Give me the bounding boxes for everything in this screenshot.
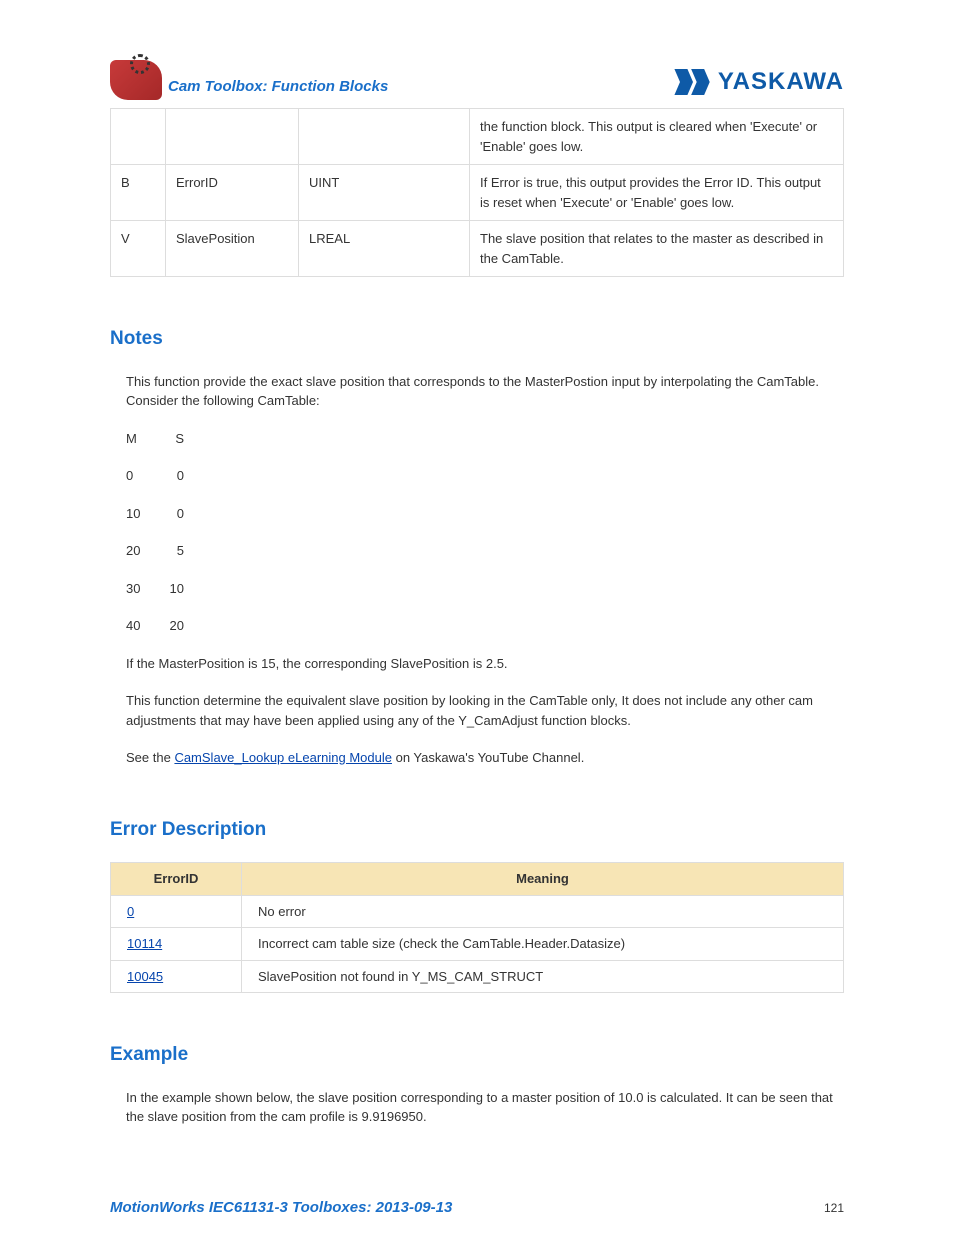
error-id-link[interactable]: 10114 xyxy=(127,936,162,951)
ms-s: 5 xyxy=(166,541,184,561)
footer-title: MotionWorks IEC61131-3 Toolboxes: 2013-0… xyxy=(110,1197,452,1220)
table-row: 10045 SlavePosition not found in Y_MS_CA… xyxy=(111,960,844,993)
ms-m: 0 xyxy=(126,466,144,486)
cell xyxy=(166,109,299,165)
error-description-heading: Error Description xyxy=(110,816,844,845)
elearning-module-link[interactable]: CamSlave_Lookup eLearning Module xyxy=(174,750,392,765)
notes-paragraph: This function provide the exact slave po… xyxy=(126,372,844,411)
ms-header-s: S xyxy=(166,429,184,449)
error-th-id: ErrorID xyxy=(111,863,242,896)
ms-row: 10 0 xyxy=(126,504,844,524)
cell xyxy=(299,109,470,165)
cell: LREAL xyxy=(299,221,470,277)
footer-page-number: 121 xyxy=(824,1199,844,1217)
error-meaning-cell: No error xyxy=(242,895,844,928)
ms-s: 0 xyxy=(166,466,184,486)
ms-header-m: M xyxy=(126,429,144,449)
ms-row: 40 20 xyxy=(126,616,844,636)
notes-heading: Notes xyxy=(110,325,844,354)
yaskawa-brand-text: YASKAWA xyxy=(718,64,844,100)
page-header: Cam Toolbox: Function Blocks YASKAWA xyxy=(110,60,844,100)
cell: UINT xyxy=(299,165,470,221)
error-id-cell: 10045 xyxy=(111,960,242,993)
notes-paragraph: If the MasterPosition is 15, the corresp… xyxy=(126,654,844,674)
ms-s: 0 xyxy=(166,504,184,524)
cell xyxy=(111,109,166,165)
ms-header-row: M S xyxy=(126,429,844,449)
ms-m: 10 xyxy=(126,504,144,524)
ms-row: 30 10 xyxy=(126,579,844,599)
ms-m: 40 xyxy=(126,616,144,636)
cell: SlavePosition xyxy=(166,221,299,277)
yaskawa-mark-icon xyxy=(674,69,712,95)
cell: V xyxy=(111,221,166,277)
ms-m: 30 xyxy=(126,579,144,599)
error-id-cell: 0 xyxy=(111,895,242,928)
cell: The slave position that relates to the m… xyxy=(470,221,844,277)
example-heading: Example xyxy=(110,1041,844,1070)
table-row: 10114 Incorrect cam table size (check th… xyxy=(111,928,844,961)
table-row: 0 No error xyxy=(111,895,844,928)
error-id-link[interactable]: 0 xyxy=(127,904,134,919)
error-id-link[interactable]: 10045 xyxy=(127,969,163,984)
ms-s: 20 xyxy=(166,616,184,636)
cell: ErrorID xyxy=(166,165,299,221)
ms-row: 0 0 xyxy=(126,466,844,486)
header-left: Cam Toolbox: Function Blocks xyxy=(110,60,388,100)
ms-m: 20 xyxy=(126,541,144,561)
notes-paragraph: See the CamSlave_Lookup eLearning Module… xyxy=(126,748,844,768)
example-paragraph: In the example shown below, the slave po… xyxy=(126,1088,844,1127)
ms-row: 20 5 xyxy=(126,541,844,561)
cell: the function block. This output is clear… xyxy=(470,109,844,165)
text: See the xyxy=(126,750,174,765)
error-meaning-cell: SlavePosition not found in Y_MS_CAM_STRU… xyxy=(242,960,844,993)
notes-body: This function provide the exact slave po… xyxy=(110,372,844,768)
error-table: ErrorID Meaning 0 No error 10114 Incorre… xyxy=(110,862,844,993)
header-title: Cam Toolbox: Function Blocks xyxy=(168,76,388,99)
notes-paragraph: This function determine the equivalent s… xyxy=(126,691,844,730)
table-row: B ErrorID UINT If Error is true, this ou… xyxy=(111,165,844,221)
error-th-meaning: Meaning xyxy=(242,863,844,896)
parameters-table: the function block. This output is clear… xyxy=(110,108,844,277)
toolbox-logo-icon xyxy=(110,60,162,100)
cell: If Error is true, this output provides t… xyxy=(470,165,844,221)
cell: B xyxy=(111,165,166,221)
error-table-header-row: ErrorID Meaning xyxy=(111,863,844,896)
table-row: the function block. This output is clear… xyxy=(111,109,844,165)
example-body: In the example shown below, the slave po… xyxy=(110,1088,844,1127)
table-row: V SlavePosition LREAL The slave position… xyxy=(111,221,844,277)
page-footer: MotionWorks IEC61131-3 Toolboxes: 2013-0… xyxy=(110,1197,844,1220)
error-meaning-cell: Incorrect cam table size (check the CamT… xyxy=(242,928,844,961)
error-id-cell: 10114 xyxy=(111,928,242,961)
yaskawa-logo: YASKAWA xyxy=(674,64,844,100)
text: on Yaskawa's YouTube Channel. xyxy=(392,750,584,765)
ms-s: 10 xyxy=(166,579,184,599)
